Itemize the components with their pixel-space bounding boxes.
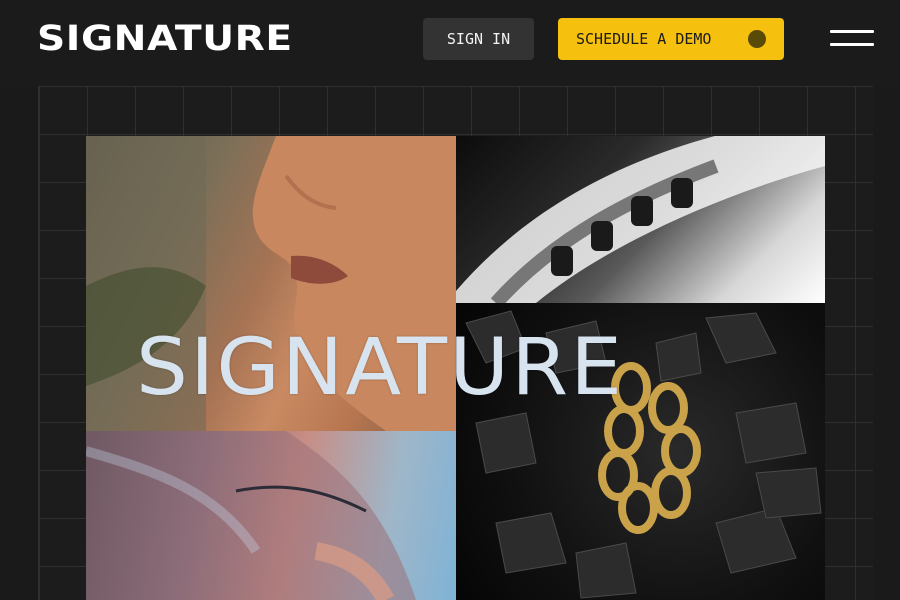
collage-title: SIGNATURE bbox=[136, 323, 625, 413]
hamburger-menu-icon[interactable] bbox=[830, 28, 874, 50]
schedule-demo-label: SCHEDULE A DEMO bbox=[576, 30, 712, 48]
hero-collage: SIGNATURE bbox=[86, 136, 825, 600]
schedule-demo-button[interactable]: SCHEDULE A DEMO bbox=[558, 18, 784, 60]
site-header: SIGNATURE SIGN IN SCHEDULE A DEMO bbox=[0, 0, 900, 86]
sign-in-button[interactable]: SIGN IN bbox=[423, 18, 534, 60]
brand-logo[interactable]: SIGNATURE bbox=[37, 20, 293, 58]
menu-bar-top bbox=[830, 30, 874, 33]
menu-bar-bottom bbox=[830, 43, 874, 46]
iridescent-face-photo bbox=[86, 431, 456, 600]
metallic-gear-photo bbox=[456, 136, 825, 303]
dot-icon bbox=[748, 30, 766, 48]
